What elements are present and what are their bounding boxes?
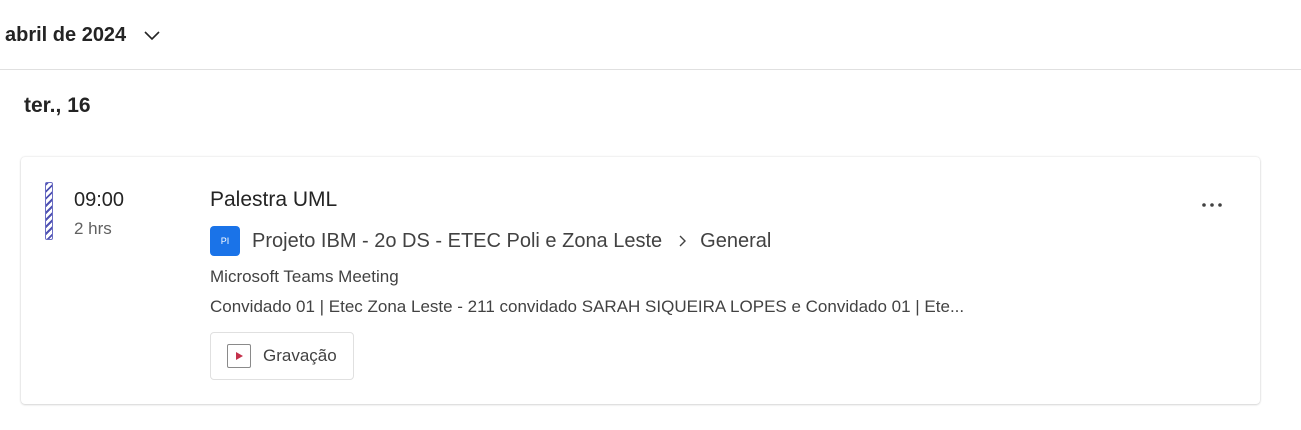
event-title[interactable]: Palestra UML — [210, 188, 337, 212]
event-duration: 2 hrs — [74, 219, 112, 238]
team-name[interactable]: Projeto IBM - 2o DS - ETEC Poli e Zona L… — [252, 230, 662, 253]
recording-label: Gravação — [263, 346, 337, 365]
month-label: abril de 2024 — [5, 23, 127, 46]
event-card[interactable]: 09:00 2 hrs Palestra UML PI Projeto IBM … — [21, 157, 1260, 404]
channel-name[interactable]: General — [700, 230, 771, 253]
event-channel: PI Projeto IBM - 2o DS - ETEC Poli e Zon… — [210, 224, 771, 258]
recording-button[interactable]: Gravação — [210, 332, 354, 380]
chevron-down-icon — [144, 31, 160, 41]
event-status-stripe — [45, 182, 53, 240]
team-avatar: PI — [210, 226, 240, 256]
play-recording-icon — [227, 344, 251, 368]
month-picker[interactable]: abril de 2024 — [5, 20, 162, 50]
chevron-right-icon — [679, 235, 687, 247]
meeting-type: Microsoft Teams Meeting — [210, 267, 399, 286]
attendee-list: Convidado 01 | Etec Zona Leste - 211 con… — [210, 297, 965, 316]
event-start-time: 09:00 — [74, 189, 125, 211]
day-heading: ter., 16 — [24, 94, 91, 117]
calendar-header: abril de 2024 — [0, 0, 1301, 70]
more-options-icon[interactable] — [1197, 192, 1227, 218]
